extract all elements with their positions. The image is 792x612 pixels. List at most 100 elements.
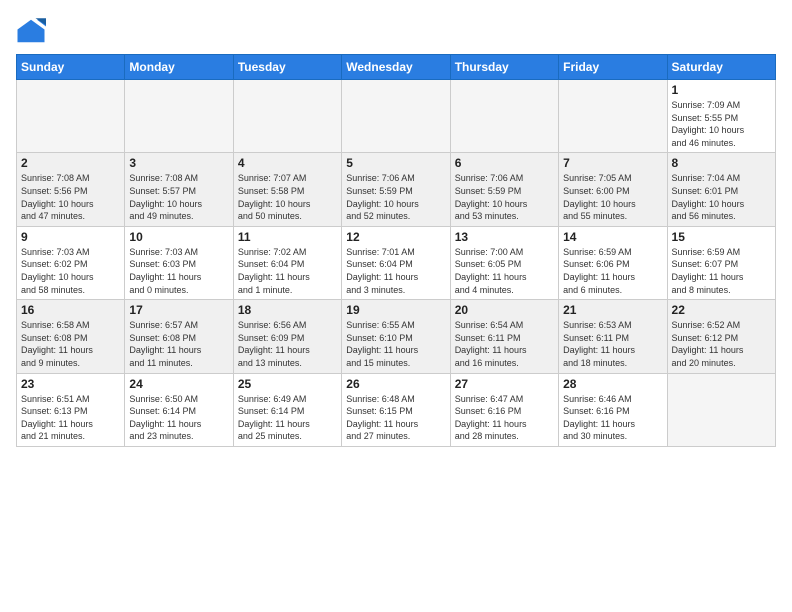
calendar-day-cell: 14 Sunrise: 6:59 AM Sunset: 6:06 PM Dayli…: [559, 226, 667, 299]
calendar-day-cell: 8Sunrise: 7:04 AM Sunset: 6:01 PM Daylig…: [667, 153, 775, 226]
calendar-day-cell: 9 Sunrise: 7:03 AM Sunset: 6:02 PM Daylig…: [17, 226, 125, 299]
day-number: 26: [346, 377, 445, 391]
day-info: Sunrise: 6:48 AM Sunset: 6:15 PM Dayligh…: [346, 393, 445, 443]
calendar-week-row: 1 Sunrise: 7:09 AM Sunset: 5:55 PM Daylig…: [17, 80, 776, 153]
day-info: Sunrise: 7:03 AM Sunset: 6:02 PM Dayligh…: [21, 246, 120, 296]
weekday-header-tuesday: Tuesday: [233, 55, 341, 80]
calendar-week-row: 23 Sunrise: 6:51 AM Sunset: 6:13 PM Dayli…: [17, 373, 776, 446]
calendar-week-row: 16 Sunrise: 6:58 AM Sunset: 6:08 PM Dayli…: [17, 300, 776, 373]
day-info: Sunrise: 6:59 AM Sunset: 6:06 PM Dayligh…: [563, 246, 662, 296]
calendar-day-cell: 24 Sunrise: 6:50 AM Sunset: 6:14 PM Dayli…: [125, 373, 233, 446]
calendar-day-cell: 20 Sunrise: 6:54 AM Sunset: 6:11 PM Dayli…: [450, 300, 558, 373]
day-number: 23: [21, 377, 120, 391]
day-number: 28: [563, 377, 662, 391]
day-number: 20: [455, 303, 554, 317]
day-number: 17: [129, 303, 228, 317]
calendar-day-cell: 21 Sunrise: 6:53 AM Sunset: 6:11 PM Dayli…: [559, 300, 667, 373]
day-info: Sunrise: 6:55 AM Sunset: 6:10 PM Dayligh…: [346, 319, 445, 369]
calendar-day-cell: 16 Sunrise: 6:58 AM Sunset: 6:08 PM Dayli…: [17, 300, 125, 373]
logo: [16, 16, 50, 46]
day-info: Sunrise: 6:50 AM Sunset: 6:14 PM Dayligh…: [129, 393, 228, 443]
weekday-header-sunday: Sunday: [17, 55, 125, 80]
calendar-week-row: 9 Sunrise: 7:03 AM Sunset: 6:02 PM Daylig…: [17, 226, 776, 299]
weekday-header-friday: Friday: [559, 55, 667, 80]
calendar-week-row: 2Sunrise: 7:08 AM Sunset: 5:56 PM Daylig…: [17, 153, 776, 226]
day-number: 19: [346, 303, 445, 317]
day-info: Sunrise: 7:09 AM Sunset: 5:55 PM Dayligh…: [672, 99, 771, 149]
weekday-header-monday: Monday: [125, 55, 233, 80]
calendar-day-cell: 3 Sunrise: 7:08 AM Sunset: 5:57 PM Daylig…: [125, 153, 233, 226]
page: SundayMondayTuesdayWednesdayThursdayFrid…: [0, 0, 792, 612]
day-number: 18: [238, 303, 337, 317]
day-info: Sunrise: 6:49 AM Sunset: 6:14 PM Dayligh…: [238, 393, 337, 443]
logo-icon: [16, 16, 46, 46]
day-info: Sunrise: 6:53 AM Sunset: 6:11 PM Dayligh…: [563, 319, 662, 369]
day-info: Sunrise: 7:06 AM Sunset: 5:59 PM Dayligh…: [455, 172, 554, 222]
calendar-day-cell: 1 Sunrise: 7:09 AM Sunset: 5:55 PM Daylig…: [667, 80, 775, 153]
calendar-day-cell: 7 Sunrise: 7:05 AM Sunset: 6:00 PM Daylig…: [559, 153, 667, 226]
day-number: 9: [21, 230, 120, 244]
day-number: 7: [563, 156, 662, 170]
day-info: Sunrise: 6:47 AM Sunset: 6:16 PM Dayligh…: [455, 393, 554, 443]
day-number: 14: [563, 230, 662, 244]
calendar-day-cell: 27 Sunrise: 6:47 AM Sunset: 6:16 PM Dayli…: [450, 373, 558, 446]
calendar-day-cell: 15 Sunrise: 6:59 AM Sunset: 6:07 PM Dayli…: [667, 226, 775, 299]
calendar-day-cell: [450, 80, 558, 153]
day-number: 24: [129, 377, 228, 391]
day-info: Sunrise: 6:46 AM Sunset: 6:16 PM Dayligh…: [563, 393, 662, 443]
day-info: Sunrise: 6:58 AM Sunset: 6:08 PM Dayligh…: [21, 319, 120, 369]
day-info: Sunrise: 7:06 AM Sunset: 5:59 PM Dayligh…: [346, 172, 445, 222]
day-info: Sunrise: 6:54 AM Sunset: 6:11 PM Dayligh…: [455, 319, 554, 369]
day-info: Sunrise: 6:52 AM Sunset: 6:12 PM Dayligh…: [672, 319, 771, 369]
day-info: Sunrise: 6:56 AM Sunset: 6:09 PM Dayligh…: [238, 319, 337, 369]
day-number: 27: [455, 377, 554, 391]
day-info: Sunrise: 7:02 AM Sunset: 6:04 PM Dayligh…: [238, 246, 337, 296]
day-number: 13: [455, 230, 554, 244]
weekday-header-thursday: Thursday: [450, 55, 558, 80]
day-info: Sunrise: 7:05 AM Sunset: 6:00 PM Dayligh…: [563, 172, 662, 222]
calendar-day-cell: 26 Sunrise: 6:48 AM Sunset: 6:15 PM Dayli…: [342, 373, 450, 446]
calendar-day-cell: [342, 80, 450, 153]
calendar-day-cell: 12 Sunrise: 7:01 AM Sunset: 6:04 PM Dayli…: [342, 226, 450, 299]
day-info: Sunrise: 6:57 AM Sunset: 6:08 PM Dayligh…: [129, 319, 228, 369]
day-number: 16: [21, 303, 120, 317]
calendar-day-cell: 4 Sunrise: 7:07 AM Sunset: 5:58 PM Daylig…: [233, 153, 341, 226]
day-number: 15: [672, 230, 771, 244]
calendar-day-cell: 13 Sunrise: 7:00 AM Sunset: 6:05 PM Dayli…: [450, 226, 558, 299]
calendar-day-cell: 11 Sunrise: 7:02 AM Sunset: 6:04 PM Dayli…: [233, 226, 341, 299]
day-number: 21: [563, 303, 662, 317]
calendar-day-cell: [233, 80, 341, 153]
day-number: 22: [672, 303, 771, 317]
calendar-day-cell: 19 Sunrise: 6:55 AM Sunset: 6:10 PM Dayli…: [342, 300, 450, 373]
day-number: 25: [238, 377, 337, 391]
calendar-day-cell: 23 Sunrise: 6:51 AM Sunset: 6:13 PM Dayli…: [17, 373, 125, 446]
day-info: Sunrise: 6:59 AM Sunset: 6:07 PM Dayligh…: [672, 246, 771, 296]
day-info: Sunrise: 6:51 AM Sunset: 6:13 PM Dayligh…: [21, 393, 120, 443]
calendar-day-cell: 10 Sunrise: 7:03 AM Sunset: 6:03 PM Dayli…: [125, 226, 233, 299]
day-info: Sunrise: 7:01 AM Sunset: 6:04 PM Dayligh…: [346, 246, 445, 296]
weekday-header-saturday: Saturday: [667, 55, 775, 80]
calendar-day-cell: 17 Sunrise: 6:57 AM Sunset: 6:08 PM Dayli…: [125, 300, 233, 373]
weekday-header-wednesday: Wednesday: [342, 55, 450, 80]
day-info: Sunrise: 7:03 AM Sunset: 6:03 PM Dayligh…: [129, 246, 228, 296]
calendar-day-cell: 25 Sunrise: 6:49 AM Sunset: 6:14 PM Dayli…: [233, 373, 341, 446]
calendar: SundayMondayTuesdayWednesdayThursdayFrid…: [16, 54, 776, 447]
calendar-day-cell: 5Sunrise: 7:06 AM Sunset: 5:59 PM Daylig…: [342, 153, 450, 226]
day-info: Sunrise: 7:07 AM Sunset: 5:58 PM Dayligh…: [238, 172, 337, 222]
day-number: 12: [346, 230, 445, 244]
day-number: 11: [238, 230, 337, 244]
day-number: 3: [129, 156, 228, 170]
day-number: 2: [21, 156, 120, 170]
day-number: 1: [672, 83, 771, 97]
calendar-day-cell: 22 Sunrise: 6:52 AM Sunset: 6:12 PM Dayli…: [667, 300, 775, 373]
calendar-day-cell: [17, 80, 125, 153]
day-info: Sunrise: 7:08 AM Sunset: 5:57 PM Dayligh…: [129, 172, 228, 222]
day-number: 10: [129, 230, 228, 244]
calendar-day-cell: [667, 373, 775, 446]
calendar-day-cell: 18 Sunrise: 6:56 AM Sunset: 6:09 PM Dayli…: [233, 300, 341, 373]
calendar-day-cell: 6Sunrise: 7:06 AM Sunset: 5:59 PM Daylig…: [450, 153, 558, 226]
calendar-day-cell: 2Sunrise: 7:08 AM Sunset: 5:56 PM Daylig…: [17, 153, 125, 226]
day-number: 8: [672, 156, 771, 170]
day-info: Sunrise: 7:00 AM Sunset: 6:05 PM Dayligh…: [455, 246, 554, 296]
day-number: 4: [238, 156, 337, 170]
